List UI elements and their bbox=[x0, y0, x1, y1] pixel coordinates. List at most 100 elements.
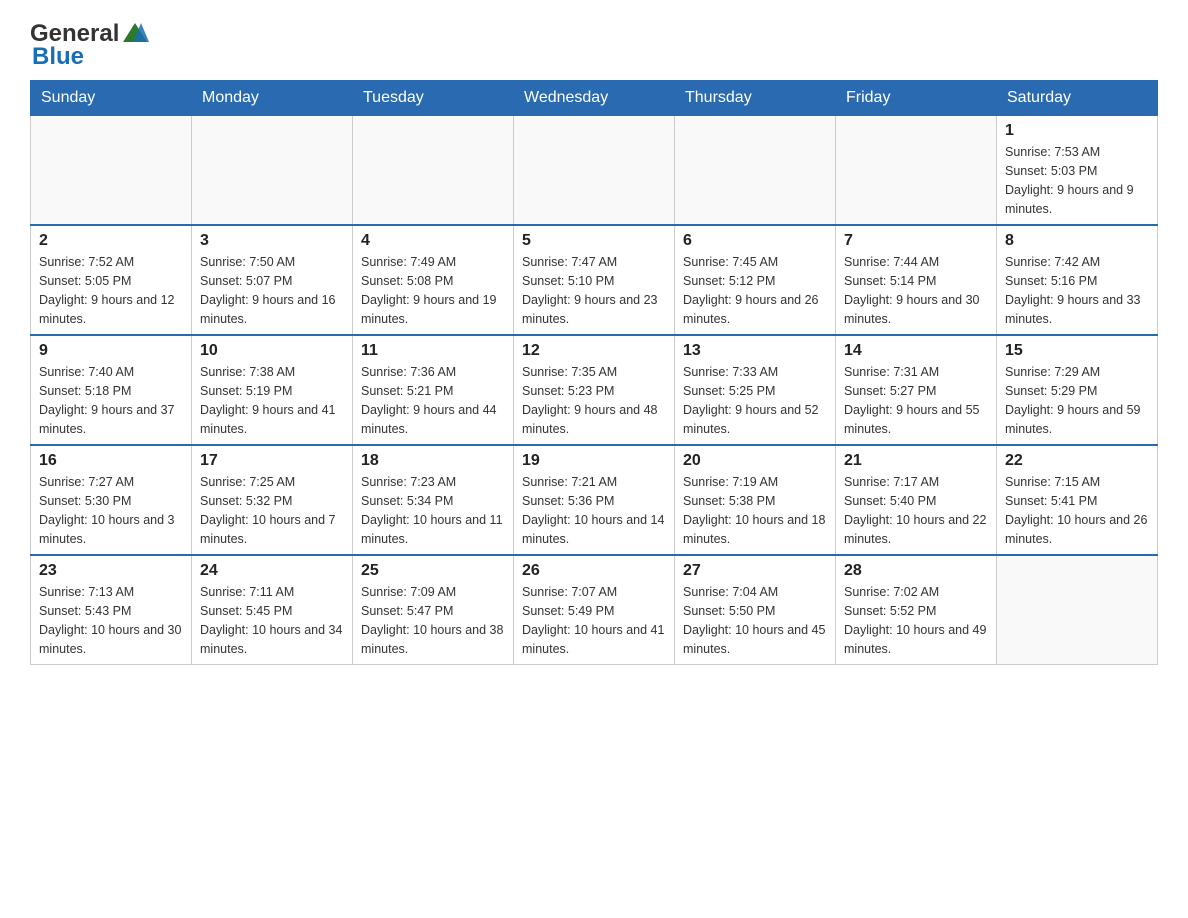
calendar-day-cell: 7 Sunrise: 7:44 AMSunset: 5:14 PMDaylight… bbox=[836, 225, 997, 335]
calendar-day-cell: 6 Sunrise: 7:45 AMSunset: 5:12 PMDaylight… bbox=[675, 225, 836, 335]
day-info: Sunrise: 7:53 AMSunset: 5:03 PMDaylight:… bbox=[1005, 143, 1149, 218]
calendar-table: SundayMondayTuesdayWednesdayThursdayFrid… bbox=[30, 80, 1158, 665]
calendar-day-cell: 3 Sunrise: 7:50 AMSunset: 5:07 PMDaylight… bbox=[192, 225, 353, 335]
calendar-day-cell: 20 Sunrise: 7:19 AMSunset: 5:38 PMDayligh… bbox=[675, 445, 836, 555]
day-number: 16 bbox=[39, 452, 183, 470]
day-of-week-header: Saturday bbox=[997, 81, 1158, 116]
calendar-day-cell: 27 Sunrise: 7:04 AMSunset: 5:50 PMDayligh… bbox=[675, 555, 836, 665]
day-number: 4 bbox=[361, 232, 505, 250]
day-info: Sunrise: 7:44 AMSunset: 5:14 PMDaylight:… bbox=[844, 253, 988, 328]
day-number: 5 bbox=[522, 232, 666, 250]
calendar-day-cell: 8 Sunrise: 7:42 AMSunset: 5:16 PMDaylight… bbox=[997, 225, 1158, 335]
day-info: Sunrise: 7:09 AMSunset: 5:47 PMDaylight:… bbox=[361, 583, 505, 658]
day-number: 25 bbox=[361, 562, 505, 580]
calendar-day-cell: 14 Sunrise: 7:31 AMSunset: 5:27 PMDayligh… bbox=[836, 335, 997, 445]
day-number: 24 bbox=[200, 562, 344, 580]
calendar-day-cell bbox=[675, 116, 836, 226]
day-number: 8 bbox=[1005, 232, 1149, 250]
day-number: 20 bbox=[683, 452, 827, 470]
calendar-week-row: 9 Sunrise: 7:40 AMSunset: 5:18 PMDaylight… bbox=[31, 335, 1158, 445]
day-info: Sunrise: 7:49 AMSunset: 5:08 PMDaylight:… bbox=[361, 253, 505, 328]
calendar-day-cell: 25 Sunrise: 7:09 AMSunset: 5:47 PMDayligh… bbox=[353, 555, 514, 665]
calendar-day-cell: 5 Sunrise: 7:47 AMSunset: 5:10 PMDaylight… bbox=[514, 225, 675, 335]
day-number: 11 bbox=[361, 342, 505, 360]
day-info: Sunrise: 7:47 AMSunset: 5:10 PMDaylight:… bbox=[522, 253, 666, 328]
calendar-day-cell: 21 Sunrise: 7:17 AMSunset: 5:40 PMDayligh… bbox=[836, 445, 997, 555]
day-number: 6 bbox=[683, 232, 827, 250]
calendar-day-cell bbox=[514, 116, 675, 226]
calendar-week-row: 1 Sunrise: 7:53 AMSunset: 5:03 PMDaylight… bbox=[31, 116, 1158, 226]
day-number: 26 bbox=[522, 562, 666, 580]
calendar-week-row: 23 Sunrise: 7:13 AMSunset: 5:43 PMDayligh… bbox=[31, 555, 1158, 665]
day-number: 17 bbox=[200, 452, 344, 470]
day-info: Sunrise: 7:29 AMSunset: 5:29 PMDaylight:… bbox=[1005, 363, 1149, 438]
day-info: Sunrise: 7:13 AMSunset: 5:43 PMDaylight:… bbox=[39, 583, 183, 658]
day-number: 3 bbox=[200, 232, 344, 250]
logo-text-blue: Blue bbox=[30, 44, 149, 70]
day-of-week-header: Sunday bbox=[31, 81, 192, 116]
day-number: 13 bbox=[683, 342, 827, 360]
day-info: Sunrise: 7:27 AMSunset: 5:30 PMDaylight:… bbox=[39, 473, 183, 548]
day-number: 21 bbox=[844, 452, 988, 470]
calendar-day-cell bbox=[192, 116, 353, 226]
calendar-day-cell: 26 Sunrise: 7:07 AMSunset: 5:49 PMDayligh… bbox=[514, 555, 675, 665]
day-number: 9 bbox=[39, 342, 183, 360]
day-info: Sunrise: 7:45 AMSunset: 5:12 PMDaylight:… bbox=[683, 253, 827, 328]
calendar-day-cell: 9 Sunrise: 7:40 AMSunset: 5:18 PMDaylight… bbox=[31, 335, 192, 445]
calendar-day-cell bbox=[997, 555, 1158, 665]
day-number: 7 bbox=[844, 232, 988, 250]
calendar-day-cell: 17 Sunrise: 7:25 AMSunset: 5:32 PMDayligh… bbox=[192, 445, 353, 555]
day-number: 14 bbox=[844, 342, 988, 360]
calendar-day-cell bbox=[31, 116, 192, 226]
page-header: General Blue bbox=[30, 20, 1158, 70]
day-info: Sunrise: 7:50 AMSunset: 5:07 PMDaylight:… bbox=[200, 253, 344, 328]
day-number: 18 bbox=[361, 452, 505, 470]
calendar-day-cell: 19 Sunrise: 7:21 AMSunset: 5:36 PMDayligh… bbox=[514, 445, 675, 555]
day-info: Sunrise: 7:35 AMSunset: 5:23 PMDaylight:… bbox=[522, 363, 666, 438]
calendar-day-cell: 13 Sunrise: 7:33 AMSunset: 5:25 PMDayligh… bbox=[675, 335, 836, 445]
calendar-day-cell: 10 Sunrise: 7:38 AMSunset: 5:19 PMDayligh… bbox=[192, 335, 353, 445]
calendar-week-row: 2Sunrise: 7:52 AMSunset: 5:05 PMDaylight… bbox=[31, 225, 1158, 335]
day-info: Sunrise: 7:15 AMSunset: 5:41 PMDaylight:… bbox=[1005, 473, 1149, 548]
day-info: Sunrise: 7:31 AMSunset: 5:27 PMDaylight:… bbox=[844, 363, 988, 438]
day-info: Sunrise: 7:21 AMSunset: 5:36 PMDaylight:… bbox=[522, 473, 666, 548]
calendar-day-cell: 28 Sunrise: 7:02 AMSunset: 5:52 PMDayligh… bbox=[836, 555, 997, 665]
calendar-header-row: SundayMondayTuesdayWednesdayThursdayFrid… bbox=[31, 81, 1158, 116]
day-info: Sunrise: 7:02 AMSunset: 5:52 PMDaylight:… bbox=[844, 583, 988, 658]
day-number: 12 bbox=[522, 342, 666, 360]
day-info: Sunrise: 7:52 AMSunset: 5:05 PMDaylight:… bbox=[39, 253, 183, 328]
day-number: 1 bbox=[1005, 122, 1149, 140]
calendar-day-cell bbox=[836, 116, 997, 226]
day-info: Sunrise: 7:33 AMSunset: 5:25 PMDaylight:… bbox=[683, 363, 827, 438]
day-info: Sunrise: 7:42 AMSunset: 5:16 PMDaylight:… bbox=[1005, 253, 1149, 328]
calendar-week-row: 16 Sunrise: 7:27 AMSunset: 5:30 PMDayligh… bbox=[31, 445, 1158, 555]
calendar-day-cell: 2Sunrise: 7:52 AMSunset: 5:05 PMDaylight… bbox=[31, 225, 192, 335]
calendar-day-cell: 16 Sunrise: 7:27 AMSunset: 5:30 PMDayligh… bbox=[31, 445, 192, 555]
day-number: 23 bbox=[39, 562, 183, 580]
day-number: 28 bbox=[844, 562, 988, 580]
day-info: Sunrise: 7:07 AMSunset: 5:49 PMDaylight:… bbox=[522, 583, 666, 658]
day-info: Sunrise: 7:25 AMSunset: 5:32 PMDaylight:… bbox=[200, 473, 344, 548]
day-number: 19 bbox=[522, 452, 666, 470]
day-info: Sunrise: 7:17 AMSunset: 5:40 PMDaylight:… bbox=[844, 473, 988, 548]
day-of-week-header: Wednesday bbox=[514, 81, 675, 116]
day-number: 10 bbox=[200, 342, 344, 360]
day-info: Sunrise: 7:23 AMSunset: 5:34 PMDaylight:… bbox=[361, 473, 505, 548]
day-of-week-header: Monday bbox=[192, 81, 353, 116]
calendar-day-cell: 12 Sunrise: 7:35 AMSunset: 5:23 PMDayligh… bbox=[514, 335, 675, 445]
day-number: 27 bbox=[683, 562, 827, 580]
calendar-day-cell: 1 Sunrise: 7:53 AMSunset: 5:03 PMDaylight… bbox=[997, 116, 1158, 226]
day-number: 22 bbox=[1005, 452, 1149, 470]
day-info: Sunrise: 7:11 AMSunset: 5:45 PMDaylight:… bbox=[200, 583, 344, 658]
calendar-day-cell: 22 Sunrise: 7:15 AMSunset: 5:41 PMDayligh… bbox=[997, 445, 1158, 555]
day-info: Sunrise: 7:36 AMSunset: 5:21 PMDaylight:… bbox=[361, 363, 505, 438]
day-info: Sunrise: 7:40 AMSunset: 5:18 PMDaylight:… bbox=[39, 363, 183, 438]
day-info: Sunrise: 7:38 AMSunset: 5:19 PMDaylight:… bbox=[200, 363, 344, 438]
calendar-day-cell: 18 Sunrise: 7:23 AMSunset: 5:34 PMDayligh… bbox=[353, 445, 514, 555]
calendar-day-cell: 24 Sunrise: 7:11 AMSunset: 5:45 PMDayligh… bbox=[192, 555, 353, 665]
day-info: Sunrise: 7:19 AMSunset: 5:38 PMDaylight:… bbox=[683, 473, 827, 548]
calendar-day-cell: 4 Sunrise: 7:49 AMSunset: 5:08 PMDaylight… bbox=[353, 225, 514, 335]
day-of-week-header: Friday bbox=[836, 81, 997, 116]
day-of-week-header: Thursday bbox=[675, 81, 836, 116]
day-info: Sunrise: 7:04 AMSunset: 5:50 PMDaylight:… bbox=[683, 583, 827, 658]
